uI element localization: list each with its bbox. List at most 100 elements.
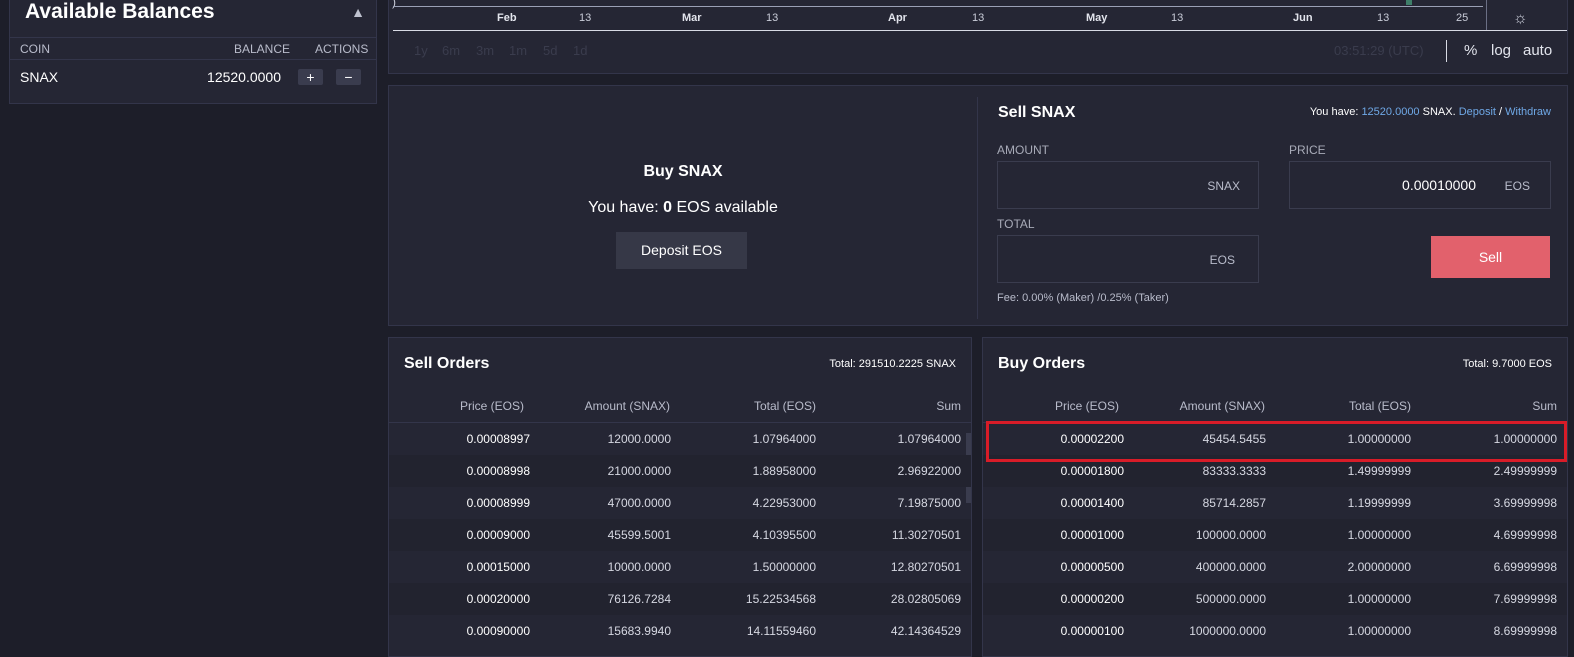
amount-cell: 47000.0000 [607, 496, 671, 510]
amount-cell: 12000.0000 [607, 432, 671, 446]
range-3m-button[interactable]: 3m [476, 43, 494, 58]
sum-cell: 7.19875000 [897, 496, 961, 510]
order-row[interactable]: 0.00001000 100000.0000 1.00000000 4.6999999… [983, 519, 1567, 551]
order-row[interactable]: 0.00008997 12000.0000 1.07964000 1.07964000 [389, 423, 971, 455]
amount-field[interactable]: SNAX [997, 161, 1259, 209]
order-row[interactable]: 0.00090000 15683.9940 14.11559460 42.143645… [389, 615, 971, 647]
sell-available-text: You have: 12520.0000 SNAX. Deposit / Wit… [1310, 106, 1551, 118]
order-row[interactable]: 0.00020000 76126.7284 15.22534568 28.028050… [389, 583, 971, 615]
have-prefix: You have: [588, 199, 664, 216]
fee-text: Fee: 0.00% (Maker) /0.25% (Taker) [997, 292, 1169, 304]
sum-cell: 12.80270501 [890, 560, 961, 574]
withdraw-link[interactable]: Withdraw [1505, 106, 1551, 118]
divider [1446, 40, 1447, 62]
divider [977, 97, 978, 319]
price-cell: 0.00000200 [1060, 592, 1124, 606]
time-tick: Mar [682, 12, 702, 24]
chevron-up-icon[interactable]: ▲ [348, 4, 368, 22]
amount-cell: 100000.0000 [1195, 528, 1266, 542]
time-tick: 13 [766, 12, 779, 24]
you-have-amount-link[interactable]: 12520.0000 [1361, 106, 1419, 118]
sum-cell: 3.69999998 [1493, 496, 1557, 510]
trade-panel: Buy SNAX You have: 0 EOS available Depos… [388, 85, 1568, 326]
order-row[interactable]: 0.00000500 400000.0000 2.00000000 6.6999999… [983, 551, 1567, 583]
total-cell: 4.22953000 [752, 496, 816, 510]
total-column-header: Total (EOS) [753, 399, 816, 413]
time-tick: May [1086, 12, 1108, 24]
available-balances-panel: Available Balances ▲ COIN BALANCE ACTION… [9, 0, 377, 104]
buy-orders-total: Total: 9.7000 EOS [1462, 358, 1552, 370]
order-row[interactable]: 0.00008998 21000.0000 1.88958000 2.96922000 [389, 455, 971, 487]
chart-left-marker: ) [392, 0, 396, 9]
link-separator: / [1495, 106, 1506, 118]
total-column-header: Total (EOS) [1348, 399, 1411, 413]
range-6m-button[interactable]: 6m [442, 43, 460, 58]
total-cell: 15.22534568 [745, 592, 816, 606]
sell-title: Sell SNAX [998, 104, 1076, 121]
total-cell: 1.19999999 [1347, 496, 1411, 510]
amount-cell: 76126.7284 [607, 592, 671, 606]
order-row[interactable]: 0.00000200 500000.0000 1.00000000 7.6999999… [983, 583, 1567, 615]
amount-column-header: Amount (SNAX) [1179, 399, 1265, 413]
price-column-header: Price (EOS) [459, 399, 524, 413]
deposit-eos-button[interactable]: Deposit EOS [616, 232, 747, 269]
sell-button[interactable]: Sell [1431, 236, 1550, 278]
total-field[interactable]: EOS [997, 235, 1259, 283]
sum-cell: 6.69999998 [1493, 560, 1557, 574]
order-row[interactable]: 0.00008999 47000.0000 4.22953000 7.19875000 [389, 487, 971, 519]
price-value: 0.00010000 [1402, 177, 1476, 193]
total-cell: 1.49999999 [1347, 464, 1411, 478]
amount-cell: 15683.9940 [607, 624, 671, 638]
have-amount: 0 [663, 199, 673, 216]
amount-cell: 85714.2857 [1202, 496, 1266, 510]
log-scale-toggle[interactable]: log [1491, 42, 1511, 59]
price-field[interactable]: 0.00010000 EOS [1289, 161, 1551, 209]
time-tick: 13 [1377, 12, 1390, 24]
amount-cell: 83333.3333 [1202, 464, 1266, 478]
divider [10, 59, 376, 60]
price-chart[interactable]: ) Feb 13 Mar 13 Apr 13 May 13 Jun 13 25 … [388, 0, 1568, 74]
range-1m-button[interactable]: 1m [509, 43, 527, 58]
deposit-plus-button[interactable]: + [298, 69, 323, 85]
order-row[interactable]: 0.00000100 1000000.0000 1.00000000 8.699999… [983, 615, 1567, 647]
you-have-prefix: You have: [1309, 106, 1362, 118]
sum-column-header: Sum [1532, 399, 1557, 413]
order-row[interactable]: 0.00001400 85714.2857 1.19999999 3.69999998 [983, 487, 1567, 519]
sum-cell: 4.69999998 [1493, 528, 1557, 542]
auto-scale-toggle[interactable]: auto [1523, 42, 1552, 59]
price-cell: 0.00000500 [1060, 560, 1124, 574]
deposit-link[interactable]: Deposit [1459, 106, 1496, 118]
total-cell: 14.11559460 [746, 624, 816, 638]
price-cell: 0.00009000 [466, 528, 530, 542]
sell-orders-total: Total: 291510.2225 SNAX [829, 358, 956, 370]
amount-cell: 400000.0000 [1195, 560, 1266, 574]
time-tick: Jun [1293, 12, 1313, 24]
withdraw-minus-button[interactable]: − [336, 69, 361, 85]
amount-unit: SNAX [1207, 179, 1240, 193]
price-cell: 0.00008997 [466, 432, 530, 446]
range-1d-button[interactable]: 1d [573, 43, 587, 58]
chart-settings-icon[interactable]: ☼ [1513, 10, 1528, 28]
total-cell: 1.00000000 [1347, 592, 1411, 606]
amount-cell: 1000000.0000 [1189, 624, 1266, 638]
buy-available-text: You have: 0 EOS available [389, 199, 977, 217]
range-5d-button[interactable]: 5d [543, 43, 557, 58]
divider [10, 37, 376, 38]
range-1y-button[interactable]: 1y [414, 43, 428, 58]
order-row[interactable]: 0.00015000 10000.0000 1.50000000 12.8027050… [389, 551, 971, 583]
amount-cell: 21000.0000 [607, 464, 671, 478]
percent-scale-toggle[interactable]: % [1464, 42, 1477, 59]
sum-cell: 11.30270501 [891, 528, 961, 542]
sum-column-header: Sum [936, 399, 961, 413]
amount-cell: 10000.0000 [607, 560, 671, 574]
time-tick: 25 [1456, 12, 1469, 24]
you-have-coin: SNAX. [1419, 106, 1459, 118]
total-cell: 4.10395500 [752, 528, 816, 542]
sell-orders-panel: Sell Orders Total: 291510.2225 SNAX Pric… [388, 337, 972, 657]
sum-cell: 7.69999998 [1493, 592, 1557, 606]
balance-coin: SNAX [20, 69, 59, 85]
order-row[interactable]: 0.00009000 45599.5001 4.10395500 11.3027050… [389, 519, 971, 551]
price-cell: 0.00001400 [1060, 496, 1124, 510]
price-unit: EOS [1504, 179, 1530, 193]
utc-clock: 03:51:29 (UTC) [1334, 43, 1424, 58]
